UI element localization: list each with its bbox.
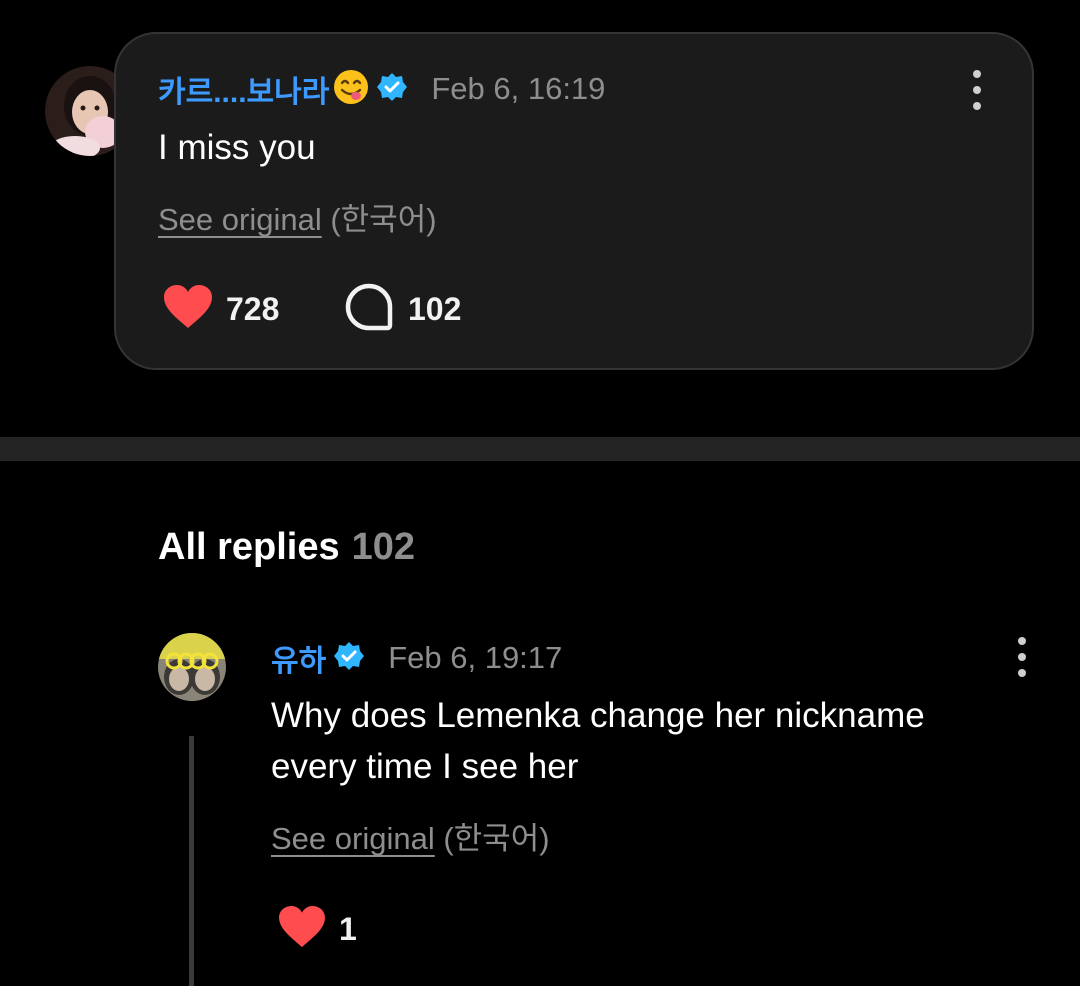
all-replies-count: 102 xyxy=(351,526,416,568)
comment-bubble-icon xyxy=(345,283,393,336)
more-vertical-icon[interactable] xyxy=(962,70,992,110)
heart-icon xyxy=(277,905,327,954)
post-username[interactable]: 카르....보나라 xyxy=(158,67,329,111)
original-language-label: (한국어) xyxy=(330,202,437,237)
reply-header: 유하 Feb 6, 19:17 xyxy=(271,637,562,679)
all-replies-heading: All replies 102 xyxy=(158,526,415,569)
original-language-label: (한국어) xyxy=(443,821,550,856)
reply-thread-line xyxy=(189,736,194,986)
post-header: 카르....보나라 Feb 6, 16:19 xyxy=(158,68,605,110)
section-divider xyxy=(0,437,1080,461)
see-original-link[interactable]: See original xyxy=(271,821,435,856)
see-original-link[interactable]: See original xyxy=(158,202,322,237)
more-vertical-icon[interactable] xyxy=(1007,637,1037,677)
verified-badge-icon xyxy=(334,641,365,676)
all-replies-label: All replies xyxy=(158,526,340,568)
post-text: I miss you xyxy=(158,128,316,167)
post-like-count: 728 xyxy=(226,290,280,327)
reply-timestamp: Feb 6, 19:17 xyxy=(388,640,563,675)
post-reply-button[interactable]: 102 xyxy=(345,283,462,336)
reply-see-original-row: See original (한국어) xyxy=(271,813,550,858)
post-reply-count: 102 xyxy=(408,290,462,327)
post-timestamp: Feb 6, 16:19 xyxy=(431,71,606,106)
reply-text-line-1: Why does Lemenka change her nickname xyxy=(271,696,925,735)
yum-face-emoji-icon xyxy=(331,67,371,112)
reply-like-count: 1 xyxy=(339,910,357,947)
reply-author-avatar[interactable] xyxy=(158,633,226,701)
verified-badge-icon xyxy=(377,72,408,107)
heart-icon xyxy=(162,284,214,335)
post-like-button[interactable]: 728 xyxy=(162,284,279,334)
reply-text-line-2: every time I see her xyxy=(271,747,579,786)
reply-username[interactable]: 유하 xyxy=(271,636,326,680)
reply-like-button[interactable]: 1 xyxy=(277,904,357,954)
post-see-original-row: See original (한국어) xyxy=(158,194,437,239)
